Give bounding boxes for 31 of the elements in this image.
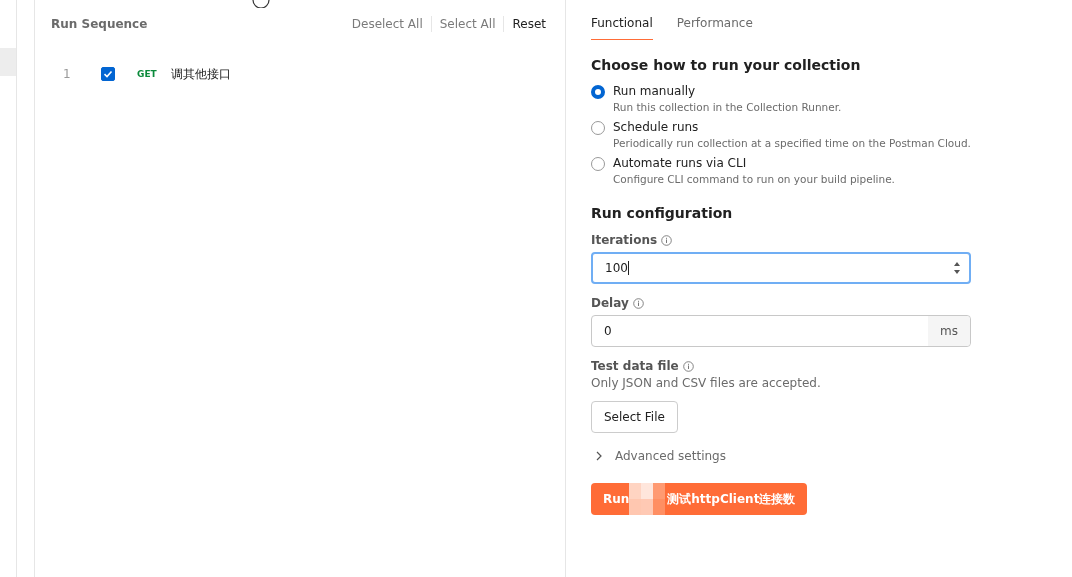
hint-text: Only JSON and CSV files are accepted. <box>591 376 822 390</box>
select-file-button[interactable]: Select File <box>591 401 678 433</box>
iterations-field[interactable]: 100 <box>591 252 971 284</box>
radio-button[interactable] <box>591 85 605 99</box>
check-icon <box>103 69 113 79</box>
option-description: Configure CLI command to run on your build pipeline. <box>613 172 895 187</box>
tab[interactable]: Functional <box>591 8 653 40</box>
spinner-icon[interactable] <box>953 260 961 276</box>
field-label: Iterations <box>591 233 658 247</box>
checkbox[interactable] <box>101 67 115 81</box>
option-label: Schedule runs <box>613 119 700 135</box>
row-number: 1 <box>62 67 72 81</box>
method-label: GET <box>137 69 158 79</box>
action-link[interactable]: Reset <box>512 17 546 31</box>
field-label: Delay <box>591 296 629 310</box>
panel-title: Run Sequence <box>51 17 148 31</box>
info-icon <box>632 297 644 309</box>
info-icon <box>661 234 673 246</box>
option-label: Run manually <box>613 83 697 99</box>
option-description: Run this collection in the Collection Runner. <box>613 100 842 115</box>
option-description: Periodically run collection at a specified time on the Postman Cloud. <box>613 136 971 151</box>
field-label: Test data file <box>591 359 679 373</box>
section-heading: Run configuration <box>591 205 734 221</box>
advanced-settings-toggle[interactable]: Advanced settings <box>591 449 726 463</box>
delay-field[interactable]: 0 ms <box>591 315 971 347</box>
info-icon <box>682 360 694 372</box>
chevron-icon <box>595 451 603 461</box>
section-heading: Choose how to run your collection <box>591 57 862 73</box>
option-label: Automate runs via CLI <box>613 155 748 171</box>
request-name: 调其他接口 <box>171 65 231 83</box>
tab[interactable]: Performance <box>676 8 753 40</box>
